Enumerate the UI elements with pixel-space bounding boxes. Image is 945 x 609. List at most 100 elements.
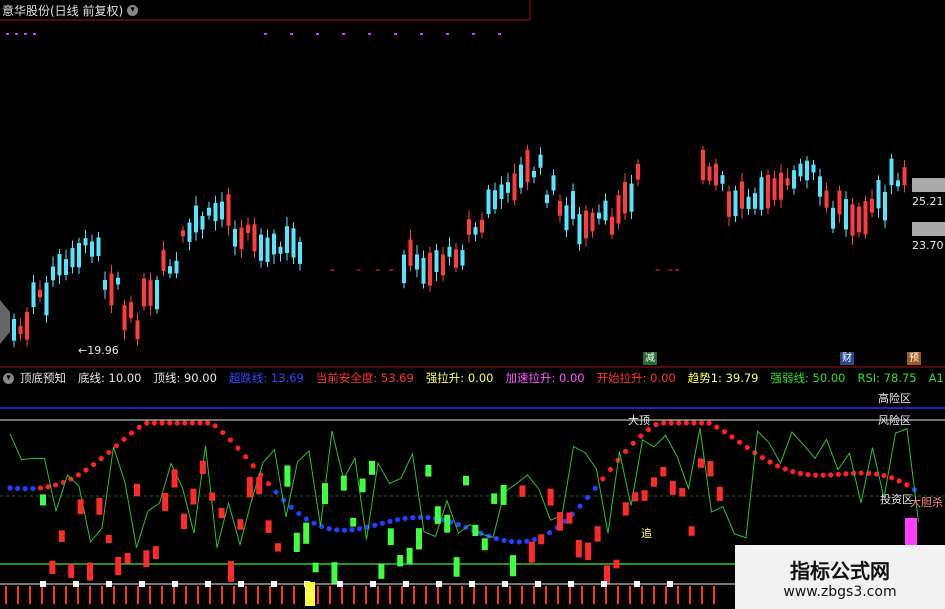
chevron-down-icon[interactable]: ▾ [127,4,139,16]
bottom-marker [403,581,409,587]
candle-body [584,210,588,239]
safety-dot [668,420,674,426]
safety-dot [22,486,28,492]
safety-dot [387,518,393,525]
safety-dot [296,510,302,517]
candle-body [486,189,491,214]
event-dot [24,33,27,35]
trend-block [716,486,723,501]
candle-body [187,222,192,242]
trend-block [378,563,385,579]
candlestick-chart[interactable] [0,0,945,368]
price-tag-lower: 23.70 [912,239,944,252]
trend-block [303,522,310,544]
safety-dot [828,472,834,478]
safety-dot [843,471,849,477]
trend-block [68,563,75,578]
bottom-bar [497,586,499,604]
safety-dot [676,420,682,426]
trend-block [500,484,507,505]
candle-body [902,167,907,186]
candle-body [792,170,796,189]
trend-block [181,513,187,530]
candle-body [116,277,120,285]
safety-dot [121,436,127,442]
candle-body [226,194,231,226]
trend-block [134,483,140,497]
trend-block [547,488,554,506]
safety-dot [577,503,583,509]
bottom-bar [341,586,343,604]
bottom-bar [701,586,703,604]
bottom-bar [233,586,235,604]
candle-body [616,195,621,224]
candle-body [499,184,504,200]
safety-dot [737,439,743,445]
candle-body [798,163,803,177]
bottom-bar [281,586,283,604]
safety-dot [759,454,766,461]
bottom-bar [77,586,79,604]
safety-dot [661,420,667,426]
bottom-marker [337,581,343,587]
candle-body [220,201,224,220]
safety-dot [835,471,842,477]
trend-block [688,526,695,536]
event-marker-finance[interactable]: 财 [840,352,854,365]
trend-block [369,460,375,475]
safety-dot [638,433,644,439]
safety-dot [319,523,325,530]
safety-dot [721,429,728,435]
scroll-handle [0,300,10,344]
event-dot [368,33,371,35]
candle-body [811,164,816,173]
candle-body [415,254,419,270]
safety-dot [227,437,233,443]
safety-dot [37,485,44,491]
bottom-marker [106,581,112,587]
trend-block [152,546,159,559]
candle-body [265,237,270,263]
safety-dot [630,440,636,446]
bottom-bar [293,586,295,604]
trend-block [49,560,56,575]
event-marker-reduce[interactable]: 减 [643,352,657,365]
safety-dot [174,420,180,426]
candle-body [720,175,725,184]
safety-dot [623,448,629,455]
bottom-bar [53,586,55,604]
bottom-bar [269,586,271,604]
candle-body [142,278,146,307]
candle-body [473,227,478,235]
safety-dot [220,429,226,436]
bottom-bar [557,586,559,604]
safety-dot [189,420,195,426]
candle-body [109,273,114,306]
price-chart-panel[interactable]: 意华股份(日线 前复权) ▾ ←19.96 25.21 23.70 减 财 预 [0,0,945,368]
event-marker-forecast[interactable]: 预 [907,352,921,365]
signal-label-chase: 追 [641,527,652,540]
bottom-bar [413,586,415,604]
safety-dot [767,459,773,465]
bottom-marker [73,581,79,587]
settings-circle-icon[interactable]: ▾ [3,372,14,384]
safety-dot [729,434,735,440]
candle-body [38,289,42,298]
event-dot [472,33,475,35]
candle-body [57,253,62,276]
safety-dot [91,461,97,468]
trend-block [510,555,516,577]
candle-body [44,282,49,316]
bottom-bar [149,586,151,604]
candle-body [707,166,712,181]
bottom-marker [271,581,277,587]
safety-dot [425,514,431,521]
bottom-bar [137,586,139,604]
safety-dot [683,420,690,426]
candle-body [454,249,458,268]
candle-body [519,164,523,188]
candle-body [772,178,777,200]
candle-body [532,170,536,178]
candle-body [610,216,614,235]
candle-body [148,280,153,306]
